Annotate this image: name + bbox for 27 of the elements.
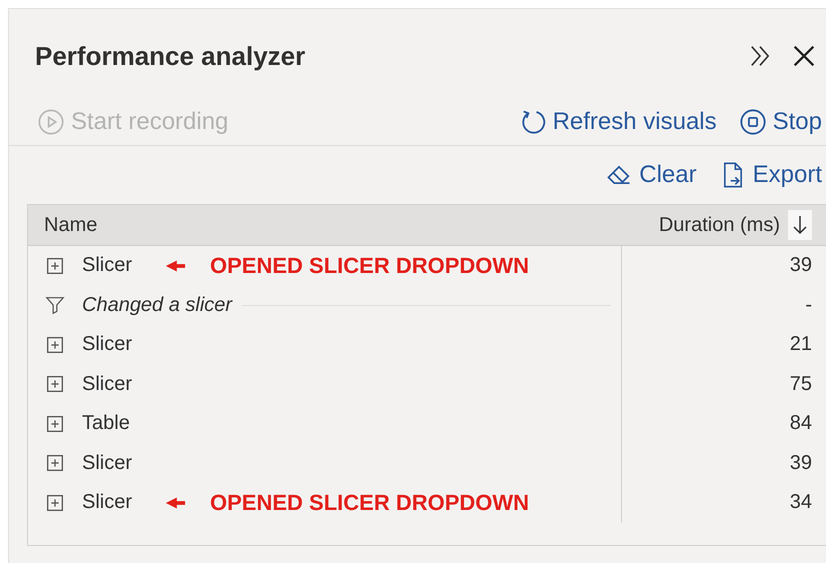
visual-name: Slicer xyxy=(82,452,132,475)
column-header[interactable]: Duration (ms) xyxy=(658,214,780,236)
export-button[interactable]: Export xyxy=(714,161,826,189)
annotation-label: OPENED SLICER DROPDOWN xyxy=(210,252,530,279)
toolbar-button[interactable]: Refresh visuals xyxy=(514,108,721,136)
visual-name: Slicer xyxy=(82,254,132,278)
duration-value: 21 xyxy=(790,333,812,356)
event-name: Changed a slicer xyxy=(82,294,232,317)
duration-value: 84 xyxy=(790,412,812,436)
clear-button[interactable]: Clear xyxy=(601,161,701,189)
filter-icon xyxy=(44,294,66,316)
panel-title: Performance analyzer xyxy=(35,40,306,72)
duration-value: 75 xyxy=(790,372,812,396)
visual-name: Slicer xyxy=(82,372,132,396)
annotation-label: OPENED SLICER DROPDOWN xyxy=(210,490,530,516)
visual-name: Slicer xyxy=(82,491,132,514)
visual-name: Slicer xyxy=(82,333,132,356)
duration-value: 34 xyxy=(790,491,812,514)
visual-name: Table xyxy=(82,412,130,436)
stop-icon xyxy=(738,108,767,136)
play-icon xyxy=(37,108,65,136)
sort-descending-icon[interactable] xyxy=(788,210,812,240)
duration-value: 39 xyxy=(790,452,812,475)
toolbar-button[interactable]: Stop xyxy=(734,108,826,136)
duration-value: 39 xyxy=(790,254,812,278)
column-header[interactable]: Name xyxy=(28,205,621,245)
duration-value: - xyxy=(805,294,812,317)
